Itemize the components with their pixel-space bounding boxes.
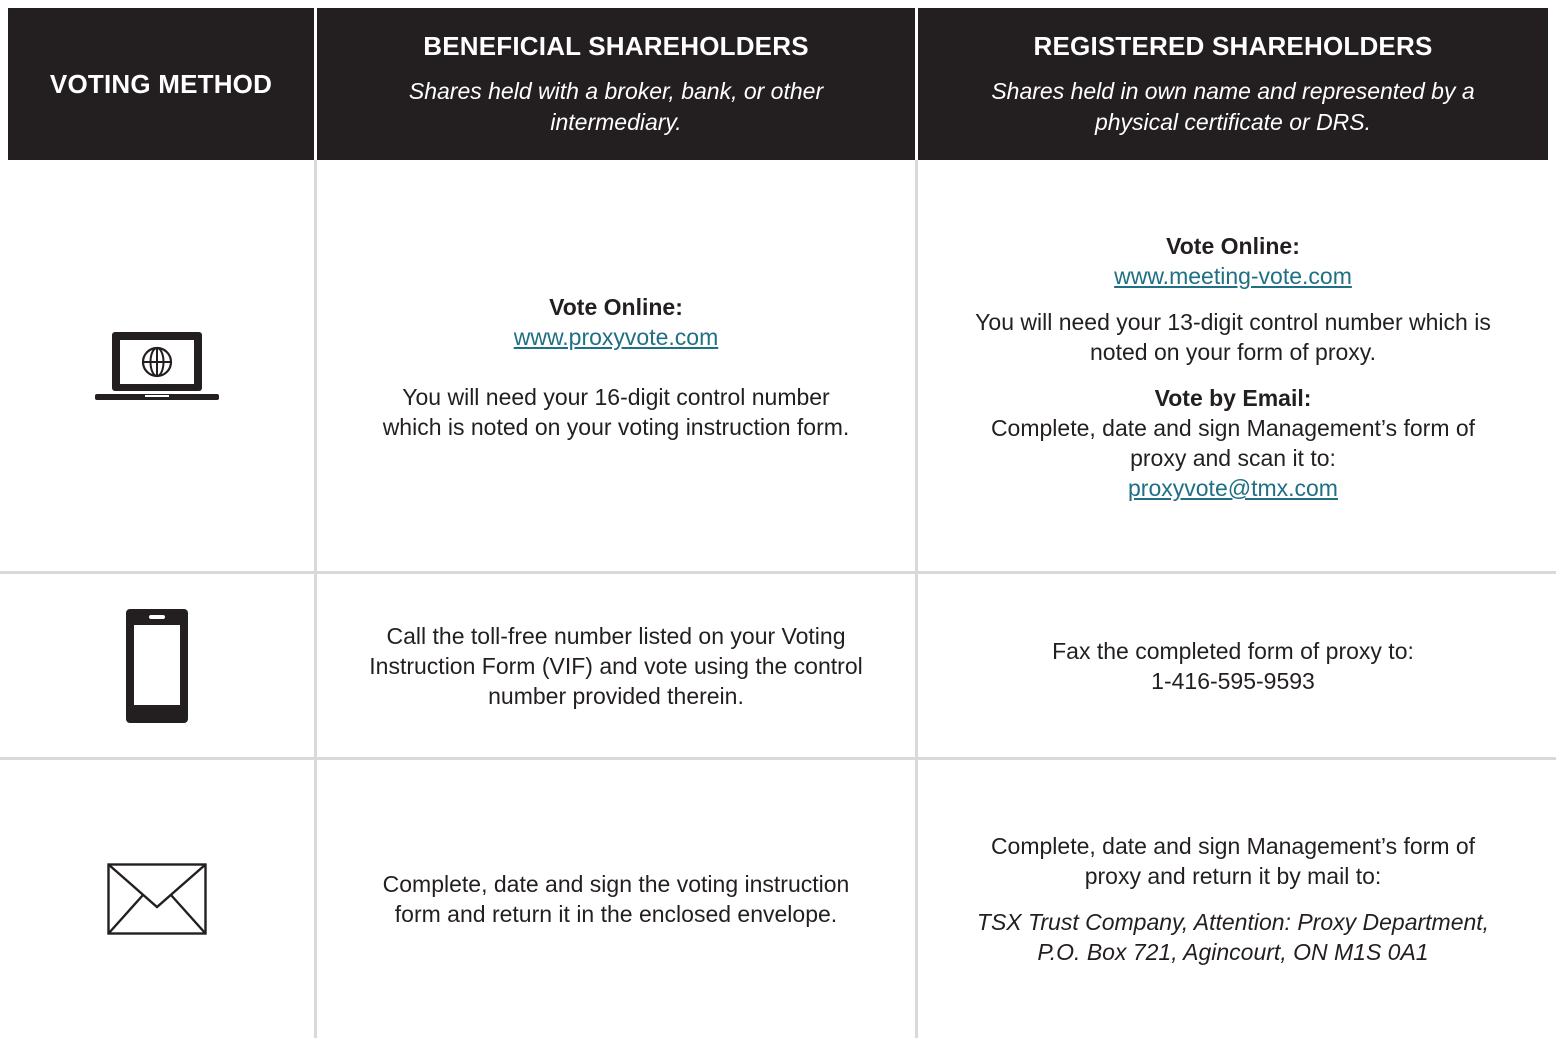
registered-subtitle: Shares held in own name and represented …	[991, 76, 1474, 138]
registered-title: REGISTERED SHAREHOLDERS	[1033, 30, 1433, 61]
online-beneficial-cell: Vote Online: www.proxyvote.com You will …	[317, 163, 915, 571]
mail-instructions-line-2: form and return it in the enclosed envel…	[394, 901, 838, 927]
mail-instructions-line-1: Complete, date and sign the voting instr…	[382, 871, 850, 897]
registered-subtitle-line-2: physical certificate or DRS.	[1094, 108, 1372, 135]
voting-methods-table: VOTING METHOD BENEFICIAL SHAREHOLDERS Sh…	[0, 0, 1556, 1038]
meeting-vote-link[interactable]: www.meeting-vote.com	[1114, 261, 1352, 291]
vote-by-email-heading: Vote by Email:	[1154, 385, 1312, 411]
mailing-address-line-2: P.O. Box 721, Agincourt, ON M1S 0A1	[1037, 939, 1429, 965]
vote-online-heading: Vote Online:	[1166, 233, 1300, 259]
control-number-text-line-1: You will need your 16-digit control numb…	[402, 384, 830, 410]
online-method-cell	[0, 163, 314, 571]
mail-instructions-line-2: proxy and return it by mail to:	[1084, 863, 1382, 889]
control-number-text-line-2: noted on your form of proxy.	[1090, 339, 1376, 365]
mail-beneficial-cell: Complete, date and sign the voting instr…	[317, 760, 915, 1038]
phone-registered-cell: Fax the completed form of proxy to: 1-41…	[918, 574, 1548, 757]
header-voting-method: VOTING METHOD	[8, 8, 314, 160]
fax-instructions: Fax the completed form of proxy to:	[1052, 637, 1414, 664]
mail-registered-cell: Complete, date and sign Management’s for…	[918, 760, 1548, 1038]
phone-beneficial-cell: Call the toll-free number listed on your…	[317, 574, 915, 757]
envelope-icon	[107, 863, 207, 935]
beneficial-subtitle: Shares held with a broker, bank, or othe…	[409, 76, 823, 138]
phone-instructions-line-3: number provided therein.	[488, 682, 744, 709]
email-instructions-line-1: Complete, date and sign Management’s for…	[990, 415, 1476, 441]
email-instructions-line-2: proxy and scan it to:	[1130, 445, 1336, 471]
beneficial-subtitle-line-2: intermediary.	[550, 108, 682, 135]
proxyvote-email-link[interactable]: proxyvote@tmx.com	[1128, 473, 1338, 503]
control-number-text-line-1: You will need your 13-digit control numb…	[975, 309, 1491, 335]
mail-instructions-line-1: Complete, date and sign Management’s for…	[990, 833, 1476, 859]
phone-instructions-line-1: Call the toll-free number listed on your…	[386, 622, 846, 649]
beneficial-title: BENEFICIAL SHAREHOLDERS	[423, 30, 809, 61]
mail-method-cell	[0, 760, 314, 1038]
voting-method-title: VOTING METHOD	[49, 68, 273, 99]
registered-subtitle-line-1: Shares held in own name and represented …	[991, 77, 1475, 104]
proxyvote-link[interactable]: www.proxyvote.com	[514, 322, 719, 352]
phone-instructions-line-2: Instruction Form (VIF) and vote using th…	[369, 652, 863, 679]
laptop-globe-icon	[95, 332, 219, 400]
header-registered: REGISTERED SHAREHOLDERS Shares held in o…	[918, 8, 1548, 160]
smartphone-icon	[126, 608, 188, 723]
vote-online-heading: Vote Online:	[549, 294, 683, 320]
fax-number: 1-416-595-9593	[1151, 667, 1315, 694]
online-registered-cell: Vote Online: www.meeting-vote.com You wi…	[918, 163, 1548, 571]
control-number-text-line-2: which is noted on your voting instructio…	[382, 414, 850, 440]
phone-method-cell	[0, 574, 314, 757]
header-beneficial: BENEFICIAL SHAREHOLDERS Shares held with…	[317, 8, 915, 160]
beneficial-subtitle-line-1: Shares held with a broker, bank, or othe…	[408, 77, 824, 104]
mailing-address-line-1: TSX Trust Company, Attention: Proxy Depa…	[976, 909, 1490, 935]
